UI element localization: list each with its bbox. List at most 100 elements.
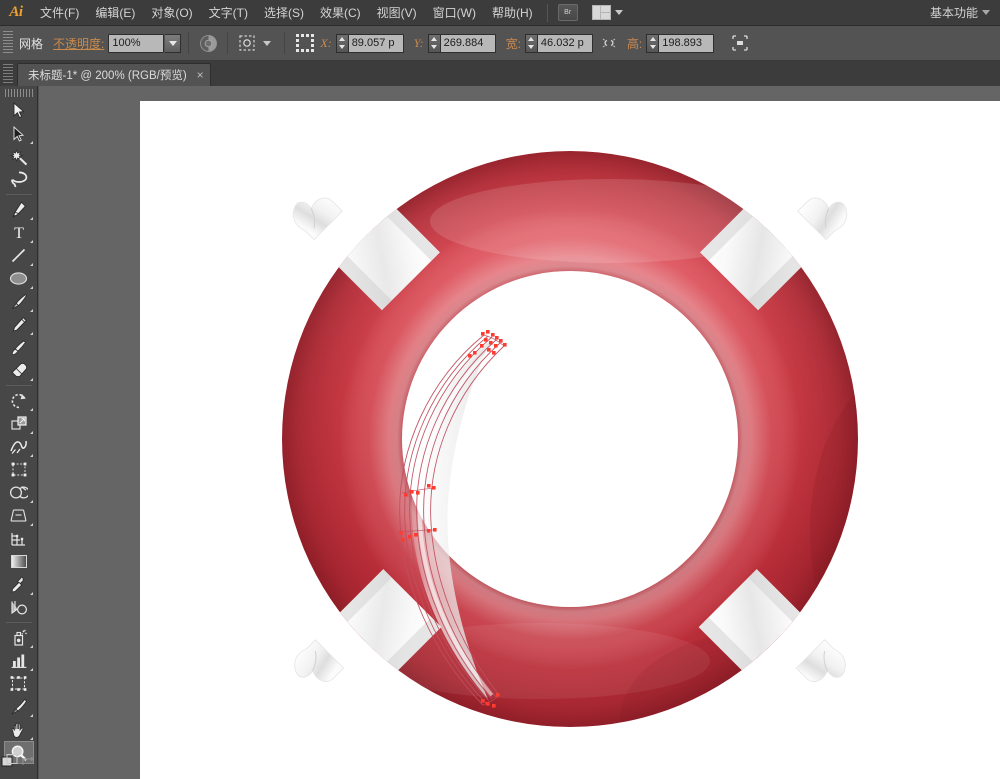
artboard-tool[interactable] bbox=[4, 672, 34, 695]
bridge-icon[interactable]: Br bbox=[557, 4, 578, 21]
tool-flyout-triangle-icon bbox=[29, 408, 33, 411]
height-label: 高: bbox=[626, 36, 643, 51]
menu-edit[interactable]: 编辑(E) bbox=[87, 0, 143, 26]
menu-object[interactable]: 对象(O) bbox=[143, 0, 200, 26]
x-spinner[interactable] bbox=[335, 33, 348, 53]
tool-flyout-triangle-icon bbox=[29, 332, 33, 335]
transparency-style-button[interactable] bbox=[196, 31, 220, 55]
magic-wand-tool[interactable] bbox=[4, 145, 34, 168]
symbol-sprayer-tool[interactable] bbox=[4, 626, 34, 649]
arrange-documents-button[interactable] bbox=[591, 5, 623, 20]
swap-fill-stroke-icon[interactable] bbox=[21, 755, 37, 774]
life-ring-artwork[interactable] bbox=[140, 101, 1000, 779]
ellipse-tool[interactable] bbox=[4, 267, 34, 290]
height-spinner[interactable] bbox=[646, 33, 659, 53]
eyedropper-tool[interactable] bbox=[4, 573, 34, 596]
document-tab[interactable]: 未标题-1* @ 200% (RGB/预览) × bbox=[17, 63, 211, 86]
tool-flyout-triangle-icon bbox=[29, 592, 33, 595]
blend-tool[interactable] bbox=[4, 596, 34, 619]
opacity-dropdown-button[interactable] bbox=[165, 33, 182, 53]
rotate-tool[interactable] bbox=[4, 389, 34, 412]
selection-tool[interactable] bbox=[4, 99, 34, 122]
tool-flyout-triangle-icon bbox=[29, 737, 33, 740]
x-input[interactable] bbox=[348, 34, 403, 52]
transform-panel-button[interactable] bbox=[728, 31, 752, 55]
tool-flyout-triangle-icon bbox=[29, 645, 33, 648]
perspective-grid-tool[interactable] bbox=[4, 504, 34, 527]
scale-tool[interactable] bbox=[4, 412, 34, 435]
tool-flyout-triangle-icon bbox=[29, 217, 33, 220]
y-coordinate-label: Y: bbox=[413, 35, 424, 50]
menu-view[interactable]: 视图(V) bbox=[369, 0, 425, 26]
tool-flyout-triangle-icon bbox=[29, 286, 33, 289]
menu-select[interactable]: 选择(S) bbox=[256, 0, 312, 26]
artboard[interactable] bbox=[140, 101, 1000, 779]
arrange-layout-icon bbox=[591, 5, 611, 20]
canvas-viewport[interactable] bbox=[39, 86, 1000, 779]
line-segment-tool[interactable] bbox=[4, 244, 34, 267]
menu-file[interactable]: 文件(F) bbox=[32, 0, 87, 26]
pencil-tool[interactable] bbox=[4, 313, 34, 336]
document-tab-bar: 未标题-1* @ 200% (RGB/预览) × bbox=[0, 61, 1000, 86]
y-field[interactable] bbox=[439, 33, 496, 53]
tool-flyout-triangle-icon bbox=[29, 668, 33, 671]
column-graph-tool[interactable] bbox=[4, 649, 34, 672]
width-input[interactable] bbox=[537, 34, 592, 52]
tools-panel-grip[interactable] bbox=[4, 89, 33, 97]
menu-help[interactable]: 帮助(H) bbox=[484, 0, 541, 26]
width-spinner[interactable] bbox=[524, 33, 537, 53]
y-spinner[interactable] bbox=[427, 33, 440, 53]
menu-window[interactable]: 窗口(W) bbox=[425, 0, 484, 26]
lasso-tool[interactable] bbox=[4, 168, 34, 191]
selected-object-type: 网格 bbox=[19, 36, 44, 51]
shape-builder-tool[interactable] bbox=[4, 481, 34, 504]
svg-text:T: T bbox=[14, 225, 24, 241]
y-input[interactable] bbox=[440, 34, 495, 52]
eraser-tool[interactable] bbox=[4, 359, 34, 382]
type-tool[interactable]: T bbox=[4, 221, 34, 244]
x-coordinate-label: X: bbox=[320, 35, 332, 50]
tools-footer bbox=[0, 753, 38, 775]
close-icon[interactable]: × bbox=[197, 69, 204, 81]
pen-tool[interactable] bbox=[4, 198, 34, 221]
menu-effect[interactable]: 效果(C) bbox=[312, 0, 369, 26]
direct-selection-tool[interactable] bbox=[4, 122, 34, 145]
isolate-selected-object-button[interactable] bbox=[235, 31, 259, 55]
mesh-tool[interactable] bbox=[4, 527, 34, 550]
opacity-label[interactable]: 不透明度: bbox=[53, 35, 108, 52]
control-panel: 网格 不透明度: 100% X: 89.057 p Y: 269.884 宽: … bbox=[0, 26, 1000, 61]
free-transform-tool[interactable] bbox=[4, 458, 34, 481]
slice-tool[interactable] bbox=[4, 695, 34, 718]
blob-brush-tool[interactable] bbox=[4, 336, 34, 359]
workspace-switcher-label[interactable]: 基本功能 bbox=[930, 4, 982, 21]
control-divider bbox=[188, 32, 190, 54]
align-panel-button[interactable] bbox=[292, 31, 318, 55]
height-field[interactable] bbox=[658, 33, 715, 53]
chevron-down-icon[interactable] bbox=[263, 40, 272, 46]
x-field[interactable] bbox=[347, 33, 404, 53]
tools-divider bbox=[5, 622, 32, 623]
paintbrush-tool[interactable] bbox=[4, 290, 34, 313]
tools-divider bbox=[5, 385, 32, 386]
menu-bar: Ai 文件(F) 编辑(E) 对象(O) 文字(T) 选择(S) 效果(C) 视… bbox=[0, 0, 1000, 26]
tool-flyout-triangle-icon bbox=[29, 431, 33, 434]
chevron-down-icon[interactable] bbox=[982, 10, 990, 15]
opacity-field[interactable] bbox=[108, 33, 165, 53]
menu-type[interactable]: 文字(T) bbox=[201, 0, 256, 26]
opacity-input[interactable] bbox=[109, 34, 164, 52]
tabbar-grip[interactable] bbox=[3, 64, 13, 84]
tool-flyout-triangle-icon bbox=[29, 454, 33, 457]
constrain-proportions-button[interactable] bbox=[597, 31, 621, 55]
width-field[interactable] bbox=[536, 33, 593, 53]
ring-tube bbox=[140, 101, 1000, 779]
tool-flyout-triangle-icon bbox=[29, 714, 33, 717]
tools-panel: T bbox=[0, 86, 38, 779]
gradient-tool[interactable] bbox=[4, 550, 34, 573]
tools-divider bbox=[5, 194, 32, 195]
hand-tool[interactable] bbox=[4, 718, 34, 741]
app-logo: Ai bbox=[9, 4, 23, 20]
width-tool[interactable] bbox=[4, 435, 34, 458]
height-input[interactable] bbox=[659, 34, 714, 52]
panel-grip[interactable] bbox=[3, 31, 13, 55]
change-screen-mode-icon[interactable] bbox=[1, 753, 19, 775]
